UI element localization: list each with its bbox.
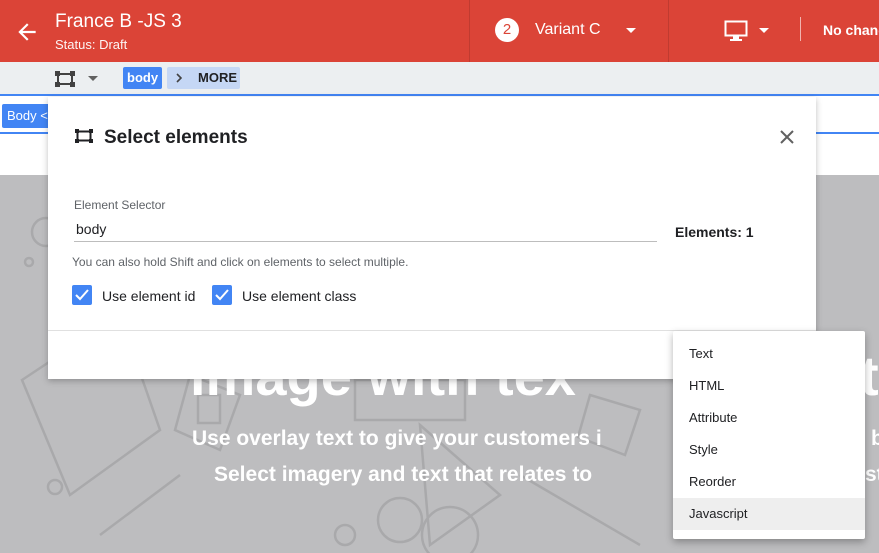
element-selector-label: Element Selector (74, 198, 166, 212)
element-selector-input[interactable] (74, 217, 657, 242)
experiment-status: Status: Draft (55, 37, 128, 52)
variant-number-badge[interactable]: 2 (495, 18, 519, 42)
breadcrumb-more-chip[interactable]: MORE (167, 67, 240, 89)
menu-item-style[interactable]: Style (673, 434, 865, 466)
check-icon (75, 289, 89, 301)
chevron-down-icon[interactable] (626, 28, 636, 33)
menu-item-html[interactable]: HTML (673, 370, 865, 402)
use-element-class-checkbox[interactable] (212, 285, 232, 305)
header-divider (668, 0, 669, 62)
arrow-back-icon[interactable] (14, 19, 40, 45)
chevron-down-icon[interactable] (88, 76, 98, 81)
select-element-icon[interactable] (55, 71, 75, 87)
use-element-class-label[interactable]: Use element class (242, 288, 356, 304)
experiment-title: France B -JS 3 (55, 11, 182, 32)
desktop-icon[interactable] (724, 20, 748, 42)
hero-subtitle-line1-tail: b (871, 427, 879, 450)
menu-item-text[interactable]: Text (673, 338, 865, 370)
changes-status[interactable]: No chang (823, 22, 879, 38)
header-separator (800, 17, 801, 41)
use-element-id-label[interactable]: Use element id (102, 288, 195, 304)
menu-item-attribute[interactable]: Attribute (673, 402, 865, 434)
selected-element-tag[interactable]: Body < (2, 104, 53, 128)
chevron-right-icon (176, 73, 182, 83)
breadcrumb-body-chip[interactable]: body (123, 67, 163, 89)
check-icon (215, 289, 229, 301)
hero-subtitle-line1: Use overlay text to give your customers … (192, 427, 602, 450)
variant-selector[interactable]: Variant C (535, 21, 601, 39)
app-header: France B -JS 3 Status: Draft 2 Variant C… (0, 0, 879, 62)
more-label: MORE (198, 70, 237, 85)
select-element-icon (75, 129, 93, 143)
use-element-id-checkbox[interactable] (72, 285, 92, 305)
header-divider (469, 0, 470, 62)
hero-subtitle-line2-tail: st (865, 463, 879, 486)
chevron-down-icon[interactable] (759, 28, 769, 33)
selection-hint: You can also hold Shift and click on ele… (72, 255, 409, 269)
elements-count: Elements: 1 (675, 224, 754, 240)
change-type-menu: Text HTML Attribute Style Reorder Javasc… (673, 331, 865, 539)
close-icon[interactable] (779, 129, 795, 145)
hero-subtitle-line2: Select imagery and text that relates to (214, 463, 593, 486)
menu-item-reorder[interactable]: Reorder (673, 466, 865, 498)
dialog-title: Select elements (104, 127, 248, 148)
menu-item-javascript[interactable]: Javascript (673, 498, 865, 530)
